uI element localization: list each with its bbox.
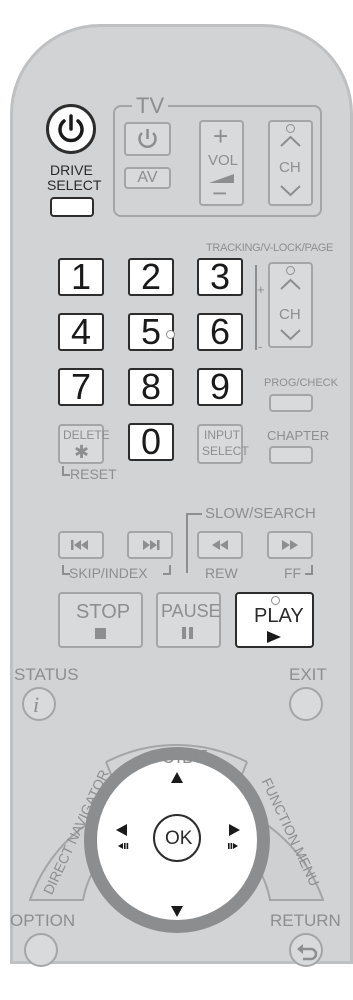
delete-button[interactable]: DELETE ✱ bbox=[58, 424, 110, 464]
ch-dot-icon bbox=[286, 124, 295, 133]
tv-channel-rocker[interactable]: CH bbox=[268, 120, 313, 206]
stop-label: STOP bbox=[76, 601, 131, 623]
slow-search-label: SLOW/SEARCH bbox=[205, 505, 316, 522]
tracking-minus-label: - bbox=[258, 339, 263, 354]
number-key-6[interactable]: 6 bbox=[197, 313, 243, 351]
skip-index-bracket-right bbox=[163, 565, 171, 575]
pause-icon bbox=[182, 627, 186, 639]
input-select-label: INPUT bbox=[204, 428, 240, 442]
number-key-3[interactable]: 3 bbox=[197, 258, 243, 296]
drive-select-label: DRIVE bbox=[50, 162, 93, 178]
nav-up-button[interactable] bbox=[160, 765, 194, 795]
skip-next-button[interactable] bbox=[127, 531, 173, 559]
tv-ch-label: CH bbox=[279, 159, 301, 176]
page-ch-down-icon bbox=[280, 329, 301, 341]
reset-bracket bbox=[62, 466, 70, 476]
rew-label: REW bbox=[205, 565, 238, 581]
ff-bracket bbox=[305, 565, 313, 575]
nav-down-button[interactable] bbox=[160, 895, 194, 925]
chapter-label: CHAPTER bbox=[267, 428, 330, 443]
page-ch-dot-icon bbox=[286, 266, 295, 275]
number-key-0[interactable]: 0 bbox=[128, 423, 174, 461]
number-key-1[interactable]: 1 bbox=[58, 258, 104, 296]
ff-label: FF bbox=[284, 565, 302, 581]
arrow-up-icon bbox=[171, 772, 183, 783]
return-icon bbox=[297, 944, 318, 961]
drive-select-button[interactable] bbox=[50, 197, 94, 217]
pause-button[interactable]: PAUSE bbox=[156, 592, 221, 648]
power-icon bbox=[58, 114, 84, 143]
page-ch-up-icon bbox=[280, 278, 301, 290]
skip-index-label: SKIP/INDEX bbox=[69, 565, 148, 581]
vol-plus-icon: + bbox=[213, 121, 229, 151]
number-key-7[interactable]: 7 bbox=[58, 368, 104, 406]
return-label: RETURN bbox=[270, 911, 341, 930]
arrow-left-icon bbox=[116, 824, 129, 849]
tracking-plus-label: + bbox=[257, 282, 265, 297]
tracking-label: TRACKING/V-LOCK/PAGE bbox=[206, 242, 334, 254]
exit-label: EXIT bbox=[289, 665, 327, 684]
fast-forward-icon bbox=[282, 540, 298, 550]
pause-label: PAUSE bbox=[161, 601, 221, 621]
skip-next-icon bbox=[143, 540, 160, 550]
delete-label: DELETE bbox=[63, 428, 110, 442]
ch-up-icon bbox=[280, 135, 301, 147]
number-key-4[interactable]: 4 bbox=[58, 313, 104, 351]
status-label: STATUS bbox=[14, 665, 79, 684]
nav-left-button[interactable] bbox=[108, 820, 138, 860]
tv-power-icon bbox=[138, 129, 157, 148]
ch-down-icon bbox=[280, 185, 301, 197]
tracking-bracket bbox=[255, 265, 257, 350]
prog-check-label: PROG/CHECK bbox=[264, 377, 338, 389]
rewind-icon bbox=[212, 540, 228, 550]
play-button[interactable]: PLAY bbox=[235, 592, 314, 648]
reset-label: RESET bbox=[70, 466, 117, 482]
fast-forward-button[interactable] bbox=[267, 531, 313, 559]
number-key-8[interactable]: 8 bbox=[128, 368, 174, 406]
function-menu-button[interactable] bbox=[262, 770, 322, 900]
input-select-button[interactable]: INPUT SELECT bbox=[197, 424, 249, 464]
number-5-dot-icon bbox=[166, 330, 175, 339]
vol-label: VOL bbox=[208, 152, 239, 169]
chapter-button[interactable] bbox=[269, 446, 313, 464]
play-label: PLAY bbox=[254, 605, 304, 627]
tv-power-button[interactable] bbox=[124, 122, 171, 156]
play-icon bbox=[267, 631, 281, 643]
tv-av-button[interactable]: AV bbox=[124, 167, 171, 189]
stop-button[interactable]: STOP bbox=[58, 592, 143, 648]
ok-button[interactable]: OK bbox=[153, 814, 201, 862]
skip-previous-button[interactable] bbox=[58, 531, 104, 559]
tv-label: TV bbox=[132, 95, 169, 117]
asterisk-icon: ✱ bbox=[74, 442, 90, 462]
nav-right-button[interactable] bbox=[218, 820, 248, 860]
drive-select-label-2: SELECT bbox=[47, 177, 102, 193]
page-ch-label: CH bbox=[279, 306, 301, 323]
option-label: OPTION bbox=[10, 911, 76, 930]
stop-icon bbox=[95, 628, 106, 639]
vol-minus-icon: − bbox=[212, 178, 228, 208]
number-key-2[interactable]: 2 bbox=[128, 258, 174, 296]
ok-label: OK bbox=[165, 828, 193, 849]
prog-check-button[interactable] bbox=[269, 394, 313, 412]
number-key-9[interactable]: 9 bbox=[197, 368, 243, 406]
input-select-label-2: SELECT bbox=[202, 444, 249, 458]
arrow-down-icon bbox=[171, 906, 183, 917]
skip-previous-icon bbox=[71, 540, 88, 550]
direct-navigator-button[interactable] bbox=[32, 770, 92, 900]
rewind-button[interactable] bbox=[197, 531, 243, 559]
arrow-right-icon bbox=[228, 824, 240, 849]
power-button[interactable] bbox=[46, 104, 96, 154]
play-dot-icon bbox=[271, 596, 280, 605]
tv-volume-rocker[interactable]: + VOL − bbox=[199, 120, 244, 206]
page-channel-rocker[interactable]: CH bbox=[268, 262, 313, 348]
